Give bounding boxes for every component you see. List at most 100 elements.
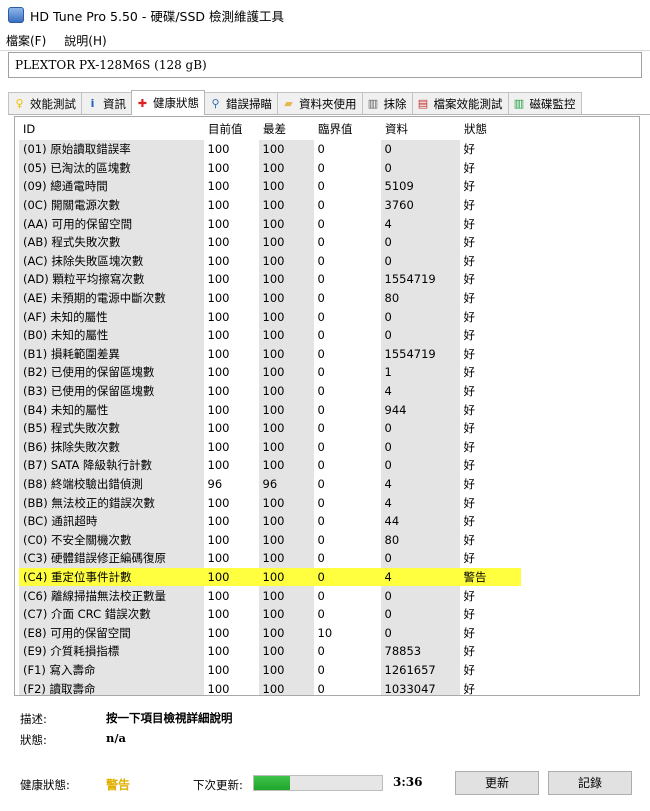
worst-value: 100 bbox=[258, 623, 314, 643]
header-data[interactable]: 資料 bbox=[380, 118, 460, 140]
worst-value: 100 bbox=[258, 418, 314, 438]
table-row[interactable]: (AB) 程式失敗次數 100 100 0 0 好 bbox=[19, 232, 521, 252]
folder-icon: ▰ bbox=[284, 97, 293, 110]
worst-value: 100 bbox=[258, 288, 314, 308]
table-row[interactable]: (B5) 程式失敗次數 100 100 0 0 好 bbox=[19, 418, 521, 438]
threshold-value: 0 bbox=[317, 681, 325, 696]
drive-select[interactable]: PLEXTOR PX-128M6S (128 gB) bbox=[8, 52, 642, 78]
header-threshold[interactable]: 臨界值 bbox=[313, 118, 381, 140]
worst-value: 100 bbox=[258, 530, 314, 550]
header-current[interactable]: 目前值 bbox=[203, 118, 259, 140]
tab-5[interactable]: ▥ 抹除 bbox=[361, 92, 413, 114]
tab-0[interactable]: ♀ 效能測試 bbox=[8, 92, 82, 114]
refresh-button[interactable]: 更新 bbox=[455, 771, 539, 795]
menu-help[interactable]: 說明(H) bbox=[64, 32, 106, 49]
threshold-value: 0 bbox=[317, 272, 325, 287]
current-value: 100 bbox=[207, 625, 230, 640]
table-row[interactable]: (C7) 介面 CRC 錯誤次數 100 100 0 0 好 bbox=[19, 604, 521, 624]
table-row[interactable]: (C6) 離線掃描無法校正數量 100 100 0 0 好 bbox=[19, 586, 521, 605]
table-row[interactable]: (0C) 開關電源次數 100 100 0 3760 好 bbox=[19, 195, 521, 215]
status-value: 好 bbox=[463, 681, 476, 696]
worst-value: 100 bbox=[258, 140, 314, 159]
table-row[interactable]: (B8) 終端校驗出錯偵測 96 96 0 4 好 bbox=[19, 474, 521, 494]
data-value: 1554719 bbox=[380, 270, 460, 289]
table-row[interactable]: (AE) 未預期的電源中斷次數 100 100 0 80 好 bbox=[19, 288, 521, 308]
current-value: 100 bbox=[207, 402, 230, 417]
tab-6[interactable]: ▤ 檔案效能測試 bbox=[411, 92, 509, 114]
tab-2[interactable]: ✚ 健康狀態 bbox=[131, 90, 205, 115]
data-value: 1033047 bbox=[380, 679, 460, 695]
data-value: 0 bbox=[380, 307, 460, 326]
current-value: 100 bbox=[207, 179, 230, 194]
table-row[interactable]: (B7) SATA 降級執行計數 100 100 0 0 好 bbox=[19, 456, 521, 475]
table-row[interactable]: (05) 已淘汰的區塊數 100 100 0 0 好 bbox=[19, 158, 521, 178]
data-value: 3760 bbox=[380, 195, 460, 215]
threshold-value: 0 bbox=[317, 198, 325, 213]
table-row[interactable]: (09) 總通電時間 100 100 0 5109 好 bbox=[19, 177, 521, 196]
table-row[interactable]: (B1) 損耗範圍差異 100 100 0 1554719 好 bbox=[19, 344, 521, 364]
table-row[interactable]: (C3) 硬體錯誤修正編碼復原 100 100 0 0 好 bbox=[19, 549, 521, 568]
worst-value: 100 bbox=[258, 567, 314, 587]
table-row[interactable]: (AD) 顆粒平均擦寫次數 100 100 0 1554719 好 bbox=[19, 270, 521, 289]
table-row[interactable]: (BB) 無法校正的錯誤次數 100 100 0 4 好 bbox=[19, 493, 521, 512]
table-row[interactable]: (AA) 可用的保留空間 100 100 0 4 好 bbox=[19, 214, 521, 233]
current-value: 100 bbox=[207, 253, 230, 268]
tab-1[interactable]: i 資訊 bbox=[81, 92, 132, 114]
tab-label: 資訊 bbox=[103, 96, 126, 111]
menu-file[interactable]: 檔案(F) bbox=[6, 32, 46, 49]
tab-7[interactable]: ▥ 磁碟監控 bbox=[507, 92, 582, 114]
worst-value: 100 bbox=[258, 511, 314, 531]
current-value: 100 bbox=[207, 235, 230, 250]
trash-icon: ▥ bbox=[367, 97, 379, 110]
worst-value: 100 bbox=[258, 325, 314, 345]
data-value: 0 bbox=[380, 586, 460, 605]
table-row[interactable]: (AF) 未知的屬性 100 100 0 0 好 bbox=[19, 307, 521, 326]
status-value: 警告 bbox=[459, 567, 521, 587]
table-row[interactable]: (B4) 未知的屬性 100 100 0 944 好 bbox=[19, 400, 521, 419]
header-id[interactable]: ID bbox=[19, 118, 204, 140]
table-row[interactable]: (AC) 抹除失敗區塊次數 100 100 0 0 好 bbox=[19, 251, 521, 271]
table-row[interactable]: (F2) 讀取壽命 100 100 0 1033047 好 bbox=[19, 679, 521, 696]
table-row[interactable]: (F1) 寫入壽命 100 100 0 1261657 好 bbox=[19, 660, 521, 680]
table-row[interactable]: (B6) 抹除失敗次數 100 100 0 0 好 bbox=[19, 437, 521, 457]
attr-id: (01) 原始讀取錯誤率 bbox=[19, 140, 204, 159]
table-row[interactable]: (E9) 介質耗損指標 100 100 0 78853 好 bbox=[19, 642, 521, 661]
threshold-value: 0 bbox=[317, 607, 325, 622]
worst-value: 100 bbox=[258, 177, 314, 196]
smart-table: ID 目前值 最差 臨界值 資料 狀態 (01) 原始讀取錯誤率 100 100 0 0… bbox=[19, 118, 521, 696]
header-status[interactable]: 狀態 bbox=[459, 118, 521, 140]
table-row[interactable]: (B2) 已使用的保留區塊數 100 100 0 1 好 bbox=[19, 363, 521, 382]
log-button[interactable]: 記錄 bbox=[548, 771, 632, 795]
worst-value: 100 bbox=[258, 158, 314, 178]
tab-4[interactable]: ▰ 資料夾使用 bbox=[277, 92, 363, 114]
attr-id: (B2) 已使用的保留區塊數 bbox=[19, 363, 204, 382]
worst-value: 100 bbox=[258, 363, 314, 382]
status-value: 好 bbox=[463, 551, 476, 566]
description-label: 描述: bbox=[20, 712, 47, 726]
attr-id: (B6) 抹除失敗次數 bbox=[19, 437, 204, 457]
table-row[interactable]: (B3) 已使用的保留區塊數 100 100 0 4 好 bbox=[19, 381, 521, 401]
attr-id: (BC) 通訊超時 bbox=[19, 511, 204, 531]
current-value: 100 bbox=[207, 142, 230, 157]
info-icon: i bbox=[90, 97, 95, 110]
window-title: HD Tune Pro 5.50 - 硬碟/SSD 檢測維護工具 bbox=[30, 8, 285, 24]
table-row[interactable]: (E8) 可用的保留空間 100 100 10 0 好 bbox=[19, 623, 521, 643]
table-row[interactable]: (C0) 不安全關機次數 100 100 0 80 好 bbox=[19, 530, 521, 550]
table-row[interactable]: (B0) 未知的屬性 100 100 0 0 好 bbox=[19, 325, 521, 345]
data-value: 0 bbox=[380, 158, 460, 178]
threshold-value: 0 bbox=[317, 179, 325, 194]
table-row[interactable]: (01) 原始讀取錯誤率 100 100 0 0 好 bbox=[19, 140, 521, 159]
worst-value: 100 bbox=[258, 586, 314, 605]
tab-3[interactable]: ⚲ 錯誤掃瞄 bbox=[204, 92, 278, 114]
attr-id: (C6) 離線掃描無法校正數量 bbox=[19, 586, 204, 605]
data-value: 80 bbox=[380, 288, 460, 308]
worst-value: 100 bbox=[258, 437, 314, 457]
attr-id: (AE) 未預期的電源中斷次數 bbox=[19, 288, 204, 308]
current-value: 100 bbox=[207, 458, 230, 473]
table-row[interactable]: (C4) 重定位事件計數 100 100 0 4 警告 bbox=[19, 567, 521, 587]
attr-id: (B3) 已使用的保留區塊數 bbox=[19, 381, 204, 401]
status-value: 好 bbox=[463, 253, 476, 268]
header-worst[interactable]: 最差 bbox=[258, 118, 314, 140]
data-value: 80 bbox=[380, 530, 460, 550]
table-row[interactable]: (BC) 通訊超時 100 100 0 44 好 bbox=[19, 511, 521, 531]
